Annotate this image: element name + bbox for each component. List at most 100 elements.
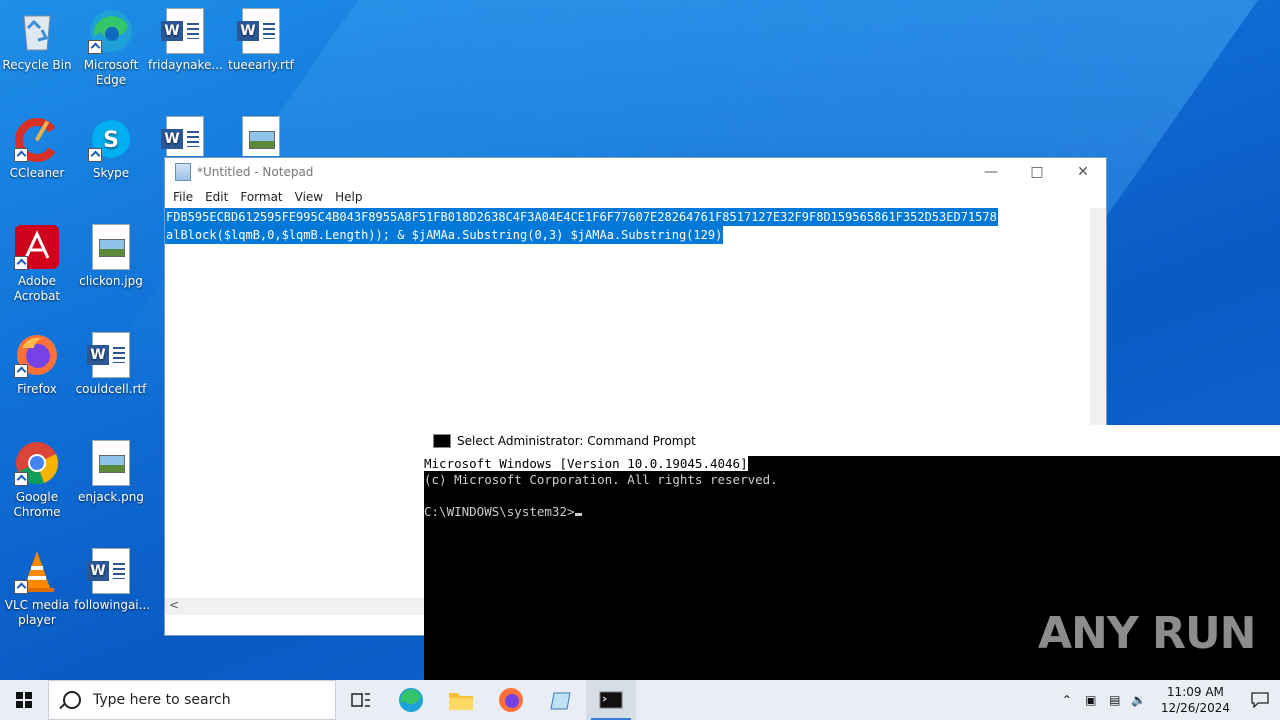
desktop-icon-partial-word[interactable]: W [148, 116, 222, 156]
selected-text-line: alBlock($lqmB,0,$lqmB.Length)); & $jAMAa… [165, 226, 724, 244]
notepad-title-bar[interactable]: *Untitled - Notepad — □ ✕ [165, 158, 1106, 186]
desktop-icon-label: Adobe Acrobat [13, 274, 61, 303]
acrobat-icon [14, 224, 60, 270]
menu-file[interactable]: File [167, 190, 199, 204]
notepad-title: *Untitled - Notepad [197, 165, 314, 179]
maximize-button[interactable]: □ [1014, 158, 1060, 186]
desktop-icon-fridaynake[interactable]: W fridaynake... [148, 8, 223, 73]
minimize-button[interactable]: — [968, 158, 1014, 186]
anyrun-watermark: ANY RUN [1038, 608, 1256, 659]
desktop-icon-microsoft-edge[interactable]: Microsoft Edge [74, 8, 148, 88]
search-placeholder: Type here to search [93, 692, 231, 708]
desktop-icon-skype[interactable]: S Skype [74, 116, 148, 181]
desktop-icon-label: clickon.jpg [79, 274, 143, 288]
image-file-icon [88, 440, 134, 486]
image-file-icon [238, 116, 284, 156]
desktop-icon-ccleaner[interactable]: CCleaner [0, 116, 74, 181]
word-document-icon: W [87, 332, 134, 378]
scroll-left-arrow[interactable]: < [169, 598, 179, 612]
desktop-icon-label: couldcell.rtf [75, 382, 147, 396]
vlc-cone-icon [14, 548, 60, 594]
taskbar-cmd-button[interactable] [586, 680, 636, 720]
cmd-line-os: Microsoft Windows [424, 456, 560, 471]
folder-icon [449, 693, 473, 710]
desktop-icon-tueearly-rtf[interactable]: W tueearly.rtf [224, 8, 298, 73]
word-document-icon: W [87, 548, 134, 594]
cmd-icon [433, 433, 451, 448]
horizontal-scrollbar[interactable]: < [165, 598, 425, 615]
desktop-icon-couldcell-rtf[interactable]: W couldcell.rtf [74, 332, 148, 397]
image-file-icon [88, 224, 134, 270]
desktop-icon-label: Recycle Bin [2, 58, 72, 72]
cmd-prompt: C:\WINDOWS\system32> [424, 504, 575, 519]
cmd-console[interactable]: Microsoft Windows [Version 10.0.19045.40… [424, 456, 1280, 520]
notepad-icon [550, 692, 571, 710]
cmd-line-copyright: (c) Microsoft Corporation. All rights re… [424, 472, 778, 487]
search-icon [63, 691, 81, 709]
notification-center-button[interactable] [1240, 680, 1280, 720]
ccleaner-icon [14, 116, 60, 162]
desktop-icon-label: Google Chrome [13, 490, 61, 519]
cmd-title: Select Administrator: Command Prompt [457, 433, 696, 448]
device-icon[interactable]: ▣ [1079, 693, 1103, 707]
desktop-icon-clickon-jpg[interactable]: clickon.jpg [74, 224, 148, 289]
desktop-icon-label: fridaynake... [148, 58, 223, 72]
firefox-icon [499, 688, 523, 712]
network-icon[interactable]: ▤ [1103, 693, 1127, 707]
volume-icon[interactable]: 🔉 [1127, 693, 1151, 707]
clock-date: 12/26/2024 [1160, 701, 1230, 715]
task-view-icon [351, 693, 370, 707]
taskbar-edge-button[interactable] [386, 680, 436, 720]
desktop-icon-label: Microsoft Edge [83, 58, 139, 87]
edge-icon [399, 688, 423, 712]
taskbar-firefox-button[interactable] [486, 680, 536, 720]
firefox-icon [14, 332, 60, 378]
menu-format[interactable]: Format [234, 190, 288, 204]
cmd-title-bar[interactable]: Select Administrator: Command Prompt [424, 425, 1280, 456]
taskbar-notepad-button[interactable] [536, 680, 586, 720]
recycle-bin-icon [14, 8, 60, 54]
word-document-icon: W [161, 116, 208, 156]
taskbar-file-explorer-button[interactable] [436, 680, 486, 720]
desktop-icon-label: CCleaner [9, 166, 65, 180]
task-view-button[interactable] [336, 680, 386, 720]
desktop-icon-google-chrome[interactable]: Google Chrome [0, 440, 74, 520]
desktop-icon-label: VLC media player [4, 598, 70, 627]
selected-text-line: FDB595ECBD612595FE995C4B043F8955A8F51FB0… [165, 208, 998, 226]
word-document-icon: W [161, 8, 208, 54]
cmd-line-version: [Version 10.0.19045.4046] [559, 456, 748, 471]
chevron-up-icon[interactable]: ⌃ [1055, 693, 1079, 707]
desktop-icon-enjack-png[interactable]: enjack.png [74, 440, 148, 505]
menu-edit[interactable]: Edit [199, 190, 234, 204]
skype-icon: S [88, 116, 134, 162]
clock[interactable]: 11:09 AM 12/26/2024 [1151, 684, 1240, 716]
chrome-icon [14, 440, 60, 486]
text-cursor [574, 513, 582, 516]
close-button[interactable]: ✕ [1060, 158, 1106, 186]
desktop-icon-followingai[interactable]: W followingai... [74, 548, 151, 613]
clock-time: 11:09 AM [1166, 685, 1224, 699]
desktop-icon-label: Skype [92, 166, 130, 180]
taskbar-search-box[interactable]: Type here to search [48, 680, 336, 720]
edge-icon [88, 8, 134, 54]
menu-view[interactable]: View [289, 190, 329, 204]
cmd-icon [599, 691, 623, 709]
desktop-icon-partial-image[interactable] [224, 116, 298, 156]
windows-logo-icon [16, 692, 32, 708]
desktop-icon-label: tueearly.rtf [228, 58, 294, 72]
system-tray: ⌃ ▣ ▤ 🔉 11:09 AM 12/26/2024 [1055, 680, 1280, 720]
desktop-icon-label: followingai... [74, 598, 151, 612]
desktop-icon-vlc[interactable]: VLC media player [0, 548, 74, 628]
desktop-icon-firefox[interactable]: Firefox [0, 332, 74, 397]
notepad-icon [175, 163, 191, 181]
notepad-menu-bar: File Edit Format View Help [165, 186, 1106, 208]
desktop-icon-adobe-acrobat[interactable]: Adobe Acrobat [0, 224, 74, 304]
start-button[interactable] [0, 680, 48, 720]
desktop-icon-label: Firefox [17, 382, 57, 396]
desktop-icon-recycle-bin[interactable]: Recycle Bin [0, 8, 74, 73]
notification-icon [1251, 692, 1269, 708]
word-document-icon: W [237, 8, 284, 54]
svg-text:S: S [103, 128, 119, 153]
menu-help[interactable]: Help [329, 190, 368, 204]
taskbar: Type here to search ⌃ ▣ ▤ 🔉 11:09 AM 12/… [0, 680, 1280, 720]
